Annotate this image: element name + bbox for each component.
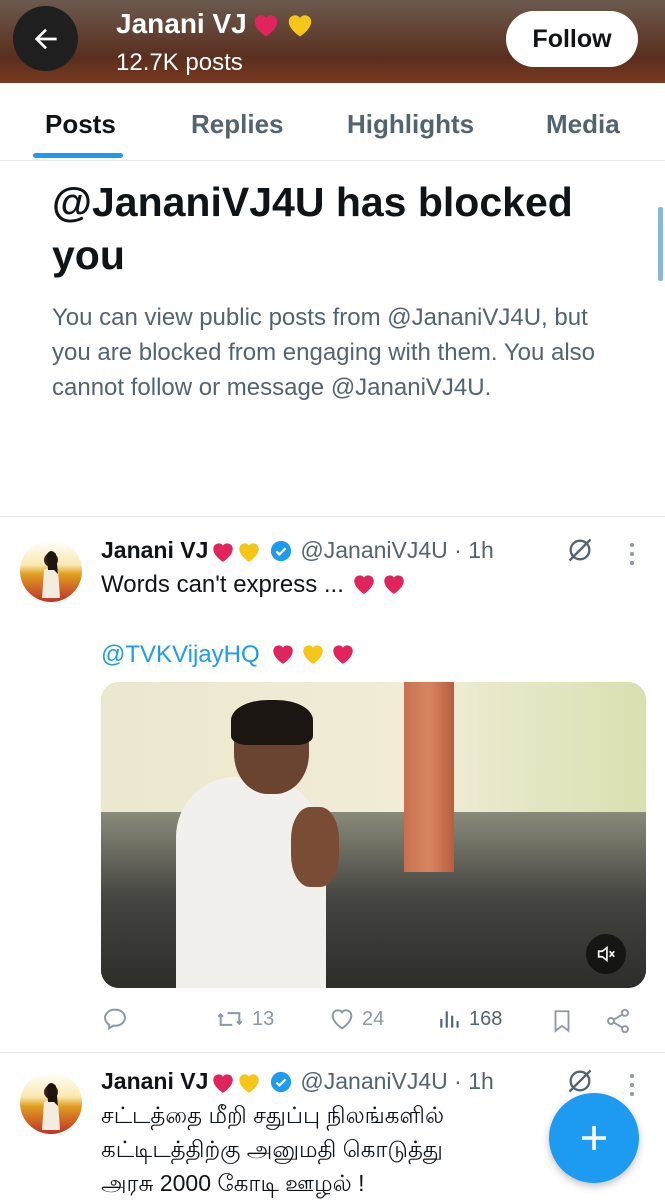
repost-action[interactable]: 13 <box>214 1005 274 1033</box>
post-header: Janani VJ @JananiVJ4U · 1h <box>101 1068 494 1095</box>
verified-badge-icon <box>271 1071 292 1092</box>
views-count: 168 <box>469 1007 503 1030</box>
divider <box>0 516 665 517</box>
red-heart-icon <box>254 15 277 37</box>
yellow-heart-icon <box>288 15 311 37</box>
red-heart-icon <box>383 575 404 594</box>
like-action[interactable]: 24 <box>328 1005 384 1033</box>
video-pillar <box>404 682 454 872</box>
compose-button[interactable] <box>549 1093 639 1183</box>
reply-icon <box>104 1008 126 1031</box>
red-heart-icon <box>353 575 374 594</box>
repost-count: 13 <box>252 1007 275 1030</box>
red-heart-icon <box>273 645 294 664</box>
repost-icon <box>217 1012 243 1026</box>
mute-button[interactable] <box>586 934 626 974</box>
grok-icon[interactable] <box>566 536 594 564</box>
avatar-person-icon <box>42 551 60 598</box>
mention-link[interactable]: @TVKVijayHQ <box>101 641 260 668</box>
speaker-muted-icon <box>597 945 615 963</box>
post-header: Janani VJ @JananiVJ4U · 1h <box>101 537 494 564</box>
avatar[interactable] <box>20 540 82 602</box>
profile-name-row: Janani VJ <box>116 8 315 40</box>
profile-tabs: Posts Replies Highlights Media <box>0 83 665 161</box>
follow-button[interactable]: Follow <box>506 11 638 67</box>
tab-highlights[interactable]: Highlights <box>347 109 474 140</box>
video-person-hands <box>291 807 339 887</box>
plus-icon <box>582 1126 606 1150</box>
more-dots-icon[interactable] <box>630 1074 636 1096</box>
post-count: 12.7K posts <box>116 49 243 76</box>
tab-posts[interactable]: Posts <box>45 109 116 140</box>
post-author-name[interactable]: Janani VJ <box>101 537 208 564</box>
avatar[interactable] <box>20 1072 82 1134</box>
avatar-person-icon <box>42 1083 60 1130</box>
yellow-heart-icon <box>239 542 260 562</box>
bookmark-icon[interactable] <box>549 1007 575 1035</box>
views-action[interactable]: 168 <box>437 1005 502 1033</box>
post-handle-time: @JananiVJ4U · 1h <box>300 1068 494 1094</box>
post-mention-line: @TVKVijayHQ <box>101 638 356 672</box>
yellow-heart-icon <box>303 645 324 664</box>
post-text-line: கட்டிடத்திற்கு அனுமதி கொடுத்து <box>101 1136 443 1162</box>
arrow-left-icon <box>34 28 57 49</box>
post-text-line: அரசு 2000 கோடி ஊழல் ! <box>101 1170 365 1196</box>
like-count: 24 <box>362 1007 385 1030</box>
verified-badge-icon <box>271 540 292 561</box>
red-heart-icon <box>213 542 234 562</box>
red-heart-icon <box>213 1073 234 1093</box>
grok-icon[interactable] <box>566 1067 594 1095</box>
views-icon <box>440 1011 459 1028</box>
heart-icon <box>331 1009 353 1030</box>
video-person-hair <box>231 700 313 745</box>
post-text-line: சட்டத்தை மீறி சதுப்பு நிலங்களில் <box>101 1102 445 1128</box>
post-actions: 13 24 168 <box>101 1005 646 1039</box>
post-text-line: Words can't express ... <box>101 571 344 598</box>
back-button[interactable] <box>13 6 78 71</box>
share-icon[interactable] <box>604 1007 632 1035</box>
divider <box>0 1052 665 1053</box>
blocked-title: @JananiVJ4U has blocked you <box>52 179 573 278</box>
more-dots-icon[interactable] <box>630 543 636 565</box>
profile-header: Janani VJ 12.7K posts Follow <box>0 0 665 83</box>
post-text: Words can't express ... <box>101 568 407 602</box>
yellow-heart-icon <box>239 1073 260 1093</box>
reply-action[interactable] <box>101 1005 135 1033</box>
profile-name: Janani VJ <box>116 8 247 39</box>
post-video[interactable] <box>101 682 646 988</box>
red-heart-icon <box>333 645 354 664</box>
blocked-description: You can view public posts from @JananiVJ… <box>52 304 596 401</box>
post-author-name[interactable]: Janani VJ <box>101 1068 208 1095</box>
active-tab-indicator <box>33 153 123 158</box>
post-handle-time: @JananiVJ4U · 1h <box>300 537 494 563</box>
tab-media[interactable]: Media <box>546 109 620 140</box>
tab-replies[interactable]: Replies <box>191 109 284 140</box>
scrollbar-thumb[interactable] <box>658 207 663 281</box>
